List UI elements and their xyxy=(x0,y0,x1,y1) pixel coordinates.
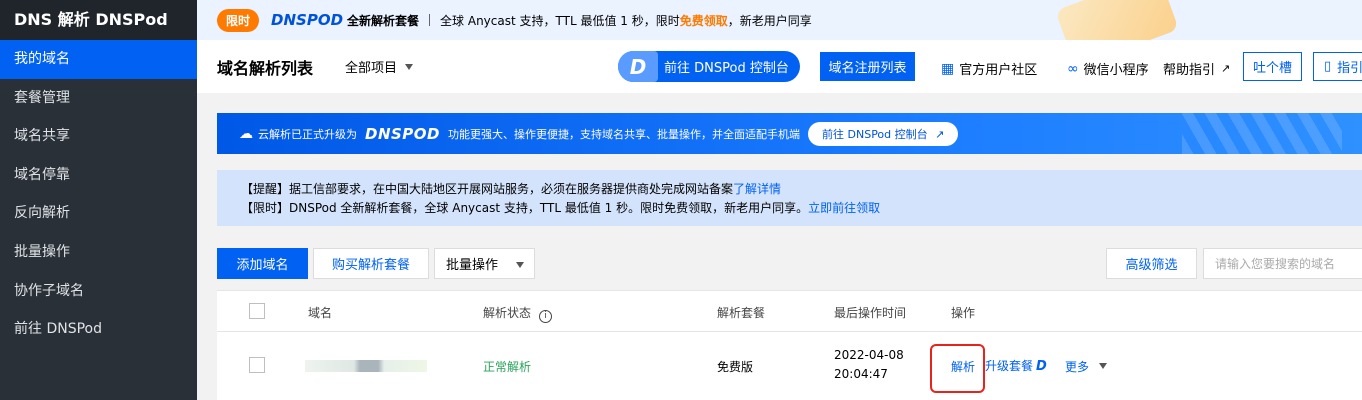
promo-package: 全新解析套餐 xyxy=(347,13,420,28)
goto-console-label: 前往 DNSPod 控制台 xyxy=(664,61,789,76)
chevron-down-icon xyxy=(516,262,524,268)
promo-bar[interactable]: 限时 DNSPOD 全新解析套餐 全球 Anycast 支持，TTL 最低值 1… xyxy=(197,0,1362,40)
domain-search-input[interactable] xyxy=(1203,248,1362,279)
project-select-label: 全部项目 xyxy=(345,61,398,76)
notice-text-2: 【限时】DNSPod 全新解析套餐，全球 Anycast 支持，TTL 最低值 … xyxy=(241,201,809,215)
col-status: 解析状态 i xyxy=(483,304,553,323)
cloud-upload-icon: ☁ xyxy=(239,125,253,142)
col-domain: 域名 xyxy=(308,306,333,320)
page-header: 域名解析列表 全部项目 D 前往 DNSPod 控制台 域名注册列表 ▦ 官方用… xyxy=(197,40,1362,93)
external-link-icon: ↗ xyxy=(935,127,945,141)
help-link[interactable]: 帮助指引 ↗ xyxy=(1163,59,1230,78)
chevron-down-icon xyxy=(1098,363,1107,369)
claim-now-link[interactable]: 立即前往领取 xyxy=(808,201,880,215)
help-label: 帮助指引 xyxy=(1163,63,1216,78)
dnspod-logo: DNSPOD xyxy=(271,11,344,29)
learn-more-link[interactable]: 了解详情 xyxy=(733,182,781,196)
chevron-down-icon xyxy=(405,63,414,70)
banner-dnspod-logo: DNSPOD xyxy=(365,124,441,143)
col-package: 解析套餐 xyxy=(717,306,766,320)
info-icon[interactable]: i xyxy=(539,310,553,323)
col-actions: 操作 xyxy=(951,306,976,320)
mini-program-label: 微信小程序 xyxy=(1083,63,1149,78)
guide-button[interactable]: ▯ 指引 xyxy=(1313,52,1362,81)
sidebar-item-batch[interactable]: 批量操作 xyxy=(0,233,197,272)
advanced-filter-button[interactable]: 高级筛选 xyxy=(1106,248,1197,279)
promo-highlight[interactable]: 免费领取 xyxy=(680,12,728,29)
more-actions-dropdown[interactable]: 更多 xyxy=(1065,358,1107,375)
page-title: 域名解析列表 xyxy=(217,58,314,78)
promo-divider xyxy=(429,14,431,26)
sidebar-item-reverse-dns[interactable]: 反向解析 xyxy=(0,194,197,233)
col-last-op: 最后操作时间 xyxy=(834,306,907,320)
banner-text: 云解析已正式升级为 xyxy=(258,127,357,141)
toolbar: 添加域名 购买解析套餐 批量操作 高级筛选 xyxy=(217,248,1362,279)
sidebar-item-domain-share[interactable]: 域名共享 xyxy=(0,117,197,156)
add-domain-button[interactable]: 添加域名 xyxy=(217,248,308,279)
notice-text-1: 【提醒】据工信部要求，在中国大陆地区开展网站服务，必须在服务器提供商处完成网站备… xyxy=(241,182,734,196)
community-label: 官方用户社区 xyxy=(959,63,1038,78)
domain-table: 域名 解析状态 i 解析套餐 最后操作时间 操作 正常解析 免费版 2022-04… xyxy=(217,290,1362,400)
sidebar-item-my-domains[interactable]: 我的域名 xyxy=(0,40,197,79)
upgrade-package-link[interactable]: 升级套餐 D xyxy=(985,357,1047,374)
sidebar: DNS 解析 DNSPod 我的域名 套餐管理 域名共享 域名停靠 反向解析 批… xyxy=(0,0,197,400)
more-actions-label: 更多 xyxy=(1065,360,1090,374)
promo-decoration xyxy=(1055,0,1179,40)
batch-operation-select[interactable]: 批量操作 xyxy=(434,248,535,279)
grid-icon: ▦ xyxy=(941,60,955,77)
resolve-link[interactable]: 解析 xyxy=(951,358,975,375)
sidebar-item-domain-parking[interactable]: 域名停靠 xyxy=(0,156,197,195)
feedback-button[interactable]: 吐个槽 xyxy=(1243,52,1302,81)
external-link-icon: ↗ xyxy=(1221,62,1231,75)
banner-console-button[interactable]: 前往 DNSPod 控制台 ↗ xyxy=(808,121,959,146)
banner-decoration xyxy=(1182,113,1342,154)
upgrade-package-label: 升级套餐 xyxy=(985,359,1034,373)
notice-line-2: 【限时】DNSPod 全新解析套餐，全球 Anycast 支持，TTL 最低值 … xyxy=(241,199,1362,218)
upgrade-banner: ☁ 云解析已正式升级为 DNSPOD 功能更强大、操作更便捷，支持域名共享、批量… xyxy=(217,113,1362,154)
select-all-checkbox[interactable] xyxy=(249,303,265,319)
promo-tag: 限时 xyxy=(217,8,260,32)
promo-text: 全球 Anycast 支持，TTL 最低值 1 秒，限时 xyxy=(440,13,680,28)
guide-label: 指引 xyxy=(1337,61,1362,76)
table-row: 正常解析 免费版 2022-04-08 20:04:47 解析 升级套餐 D 更多 xyxy=(217,332,1362,398)
notice-panel: 【提醒】据工信部要求，在中国大陆地区开展网站服务，必须在服务器提供商处完成网站备… xyxy=(217,170,1362,226)
mini-program-link[interactable]: ∞ 微信小程序 xyxy=(1067,59,1149,79)
goto-console-button[interactable]: D 前往 DNSPod 控制台 xyxy=(618,51,800,82)
banner-description: 功能更强大、操作更便捷，支持域名共享、批量操作，并全面适配手机端 xyxy=(448,127,801,141)
sidebar-item-goto-dnspod[interactable]: 前往 DNSPod xyxy=(0,310,197,349)
dnspod-d-icon: D xyxy=(618,51,658,82)
promo-text-end: ，新老用户同享 xyxy=(727,13,812,28)
notice-line-1: 【提醒】据工信部要求，在中国大陆地区开展网站服务，必须在服务器提供商处完成网站备… xyxy=(241,180,1362,199)
batch-operation-label: 批量操作 xyxy=(446,258,499,273)
package-value: 免费版 xyxy=(717,360,754,374)
last-op-date: 2022-04-08 xyxy=(834,348,904,362)
last-op-time: 20:04:47 xyxy=(834,367,888,381)
col-status-label: 解析状态 xyxy=(483,306,532,320)
sidebar-item-packages[interactable]: 套餐管理 xyxy=(0,79,197,118)
dnspod-d-icon: D xyxy=(1036,359,1047,374)
row-checkbox[interactable] xyxy=(249,357,265,373)
sidebar-title: DNS 解析 DNSPod xyxy=(0,0,197,40)
status-badge: 正常解析 xyxy=(483,360,532,374)
community-link[interactable]: ▦ 官方用户社区 xyxy=(941,59,1038,79)
domain-register-list-button[interactable]: 域名注册列表 xyxy=(820,52,915,81)
table-header: 域名 解析状态 i 解析套餐 最后操作时间 操作 xyxy=(217,291,1362,332)
banner-console-label: 前往 DNSPod 控制台 xyxy=(822,127,928,141)
sidebar-item-sub-domain[interactable]: 协作子域名 xyxy=(0,272,197,311)
book-icon: ▯ xyxy=(1324,59,1332,74)
project-select[interactable]: 全部项目 xyxy=(345,57,414,76)
link-icon: ∞ xyxy=(1067,60,1079,77)
buy-package-button[interactable]: 购买解析套餐 xyxy=(313,248,429,279)
domain-name-redacted[interactable] xyxy=(305,360,427,372)
